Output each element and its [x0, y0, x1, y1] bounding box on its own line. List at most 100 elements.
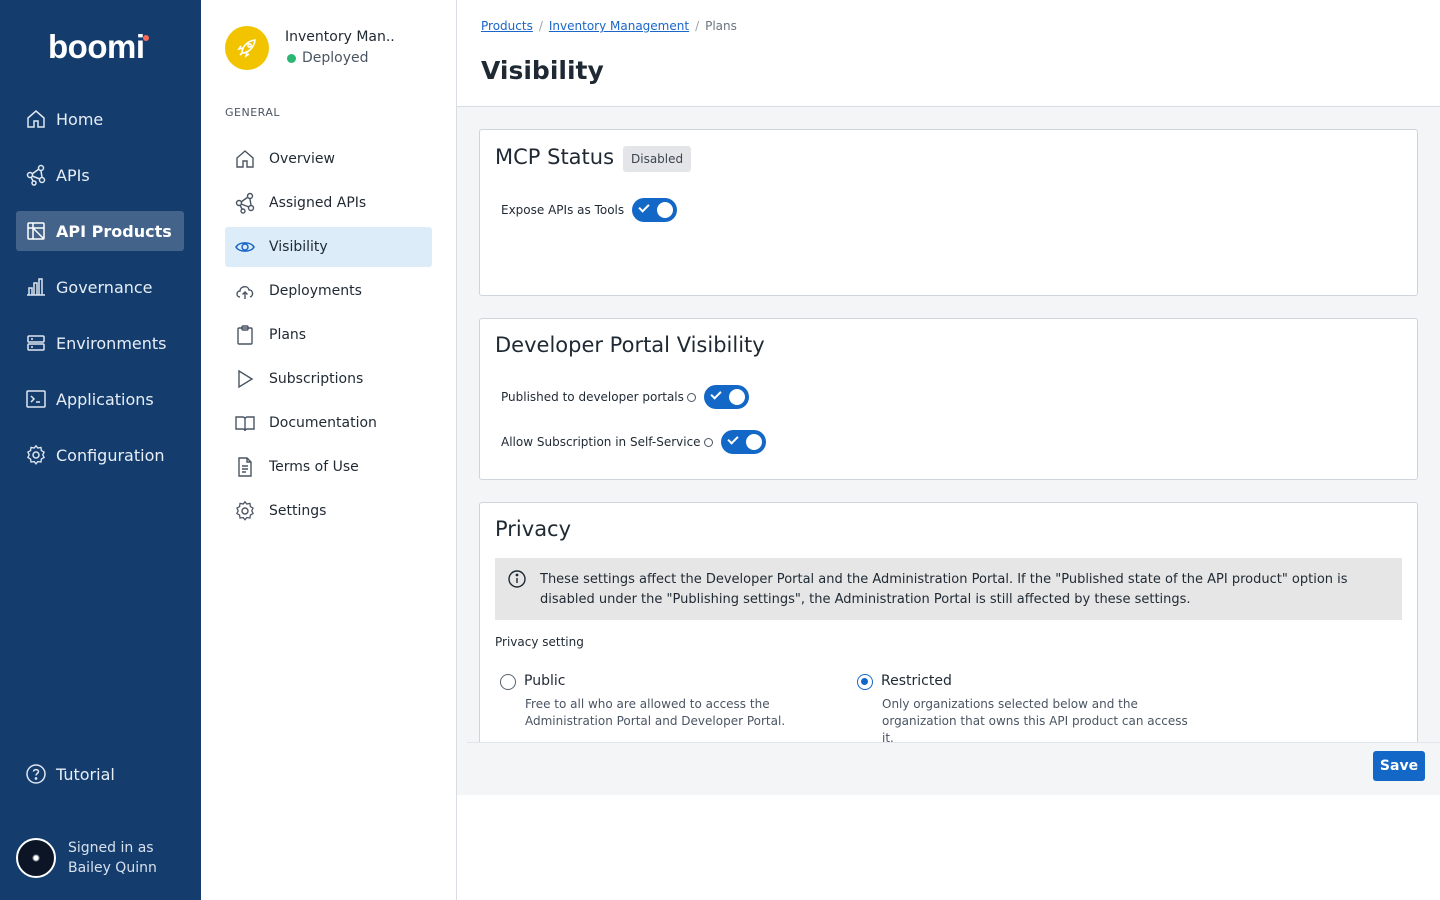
- nav-item-label: Governance: [56, 277, 153, 297]
- status-dot: [287, 53, 296, 63]
- help-circle-icon: [25, 763, 47, 785]
- sidebar-item-deployments[interactable]: Deployments: [225, 271, 432, 311]
- logo-dot: [143, 35, 149, 41]
- breadcrumb: Products / Inventory Management / Plans: [481, 19, 737, 33]
- radio-description: Only organizations selected below and th…: [882, 697, 1188, 745]
- nav-item-environments[interactable]: Environments: [16, 323, 184, 363]
- radio-circle: [500, 674, 516, 690]
- nav-item-configuration[interactable]: Configuration: [16, 435, 184, 475]
- radio-restricted[interactable]: Restricted: [857, 673, 952, 690]
- privacy-setting-label: Privacy setting: [495, 635, 584, 649]
- book-icon: [234, 412, 256, 434]
- home-icon: [234, 148, 256, 170]
- sidebar-item-label: Visibility: [269, 239, 328, 255]
- nav-item-label: Home: [56, 109, 104, 129]
- nav-item-label: Applications: [56, 389, 154, 409]
- check-icon: [726, 433, 739, 445]
- action-footer: Save: [467, 742, 1440, 795]
- info-icon: [507, 569, 527, 593]
- mcp-status-card: MCP Status Disabled Expose APIs as Tools: [479, 129, 1418, 296]
- breadcrumb-current: Plans: [705, 19, 737, 33]
- eye-icon: [234, 236, 256, 258]
- boomi-logo[interactable]: boomi: [48, 28, 145, 66]
- toggle-label: Published to developer portals: [501, 390, 684, 404]
- card-title: Developer Portal Visibility: [495, 333, 765, 357]
- sidebar-item-label: Documentation: [269, 415, 377, 431]
- primary-nav: boomi Home APIs API Products Governance …: [0, 0, 201, 900]
- card-title: MCP Status: [495, 145, 615, 169]
- sidebar-item-subscriptions[interactable]: Subscriptions: [225, 359, 432, 399]
- radio-label: Restricted: [881, 673, 952, 689]
- nav-item-label: Configuration: [56, 445, 165, 465]
- sidebar-item-settings[interactable]: Settings: [225, 491, 432, 531]
- card-title: Privacy: [495, 517, 572, 541]
- info-icon[interactable]: [703, 437, 713, 447]
- nav-item-tutorial[interactable]: Tutorial: [16, 754, 184, 794]
- document-icon: [234, 456, 256, 478]
- home-icon: [25, 108, 47, 130]
- sidebar-item-label: Plans: [269, 327, 307, 343]
- save-button[interactable]: Save: [1373, 751, 1425, 781]
- sidebar-item-plans[interactable]: Plans: [225, 315, 432, 355]
- terminal-icon: [25, 388, 47, 410]
- bar-chart-icon: [25, 276, 47, 298]
- nav-item-label: Environments: [56, 333, 167, 353]
- play-icon: [234, 368, 256, 390]
- avatar: [16, 838, 56, 878]
- check-icon: [710, 388, 722, 400]
- main-content: Products / Inventory Management / Plans …: [457, 0, 1440, 900]
- info-icon[interactable]: [686, 392, 696, 402]
- sidebar-item-label: Terms of Use: [269, 459, 359, 475]
- page-header: Products / Inventory Management / Plans …: [457, 0, 1440, 107]
- signed-in-user[interactable]: Signed in as Bailey Quinn: [16, 838, 157, 878]
- published-toggle[interactable]: [703, 385, 749, 409]
- sidebar-item-assigned-apis[interactable]: Assigned APIs: [225, 183, 432, 223]
- nav-item-home[interactable]: Home: [16, 99, 184, 139]
- expose-apis-toggle[interactable]: [632, 198, 678, 222]
- nav-item-label: Tutorial: [56, 764, 115, 784]
- gear-icon: [25, 444, 47, 466]
- sidebar-item-documentation[interactable]: Documentation: [225, 403, 432, 443]
- api-products-icon: [25, 220, 47, 242]
- nav-item-label: API Products: [56, 221, 172, 241]
- signed-in-label: Signed in as: [68, 840, 154, 856]
- api-network-icon: [25, 164, 47, 186]
- toggle-label: Allow Subscription in Self-Service: [501, 435, 701, 449]
- sidebar-item-label: Settings: [269, 503, 327, 519]
- check-icon: [638, 201, 650, 213]
- sidebar-item-label: Assigned APIs: [269, 195, 367, 211]
- server-icon: [25, 332, 47, 354]
- radio-public[interactable]: Public: [500, 673, 565, 690]
- product-name: Inventory Man..: [285, 29, 395, 45]
- status-text: Deployed: [302, 50, 369, 66]
- notice-text: These settings affect the Developer Port…: [540, 572, 1348, 607]
- self-service-toggle[interactable]: [720, 430, 766, 454]
- developer-portal-visibility-card: Developer Portal Visibility Published to…: [479, 318, 1418, 480]
- rocket-icon: [225, 26, 269, 70]
- status-badge: Disabled: [623, 146, 692, 172]
- expose-apis-row: Expose APIs as Tools: [501, 198, 678, 222]
- user-name: Bailey Quinn: [68, 860, 157, 876]
- section-heading: GENERAL: [225, 106, 281, 119]
- nav-item-applications[interactable]: Applications: [16, 379, 184, 419]
- clipboard-icon: [234, 324, 256, 346]
- published-row: Published to developer portals: [501, 385, 749, 409]
- nav-item-apis[interactable]: APIs: [16, 155, 184, 195]
- sidebar-item-label: Subscriptions: [269, 371, 364, 387]
- cloud-upload-icon: [234, 280, 256, 302]
- nav-item-governance[interactable]: Governance: [16, 267, 184, 307]
- privacy-card: Privacy These settings affect the Develo…: [479, 502, 1418, 752]
- sidebar-item-overview[interactable]: Overview: [225, 139, 432, 179]
- content-area: MCP Status Disabled Expose APIs as Tools…: [457, 107, 1440, 795]
- breadcrumb-inventory-management[interactable]: Inventory Management: [549, 19, 689, 33]
- breadcrumb-products[interactable]: Products: [481, 19, 533, 33]
- nav-item-api-products[interactable]: API Products: [16, 211, 184, 251]
- self-service-row: Allow Subscription in Self-Service: [501, 430, 766, 454]
- radio-description: Free to all who are allowed to access th…: [525, 697, 786, 728]
- sidebar-item-terms-of-use[interactable]: Terms of Use: [225, 447, 432, 487]
- status-badge: Deployed: [287, 50, 369, 66]
- sidebar-item-visibility[interactable]: Visibility: [225, 227, 432, 267]
- page-title: Visibility: [481, 56, 604, 85]
- privacy-notice: These settings affect the Developer Port…: [495, 558, 1402, 620]
- gear-icon: [234, 500, 256, 522]
